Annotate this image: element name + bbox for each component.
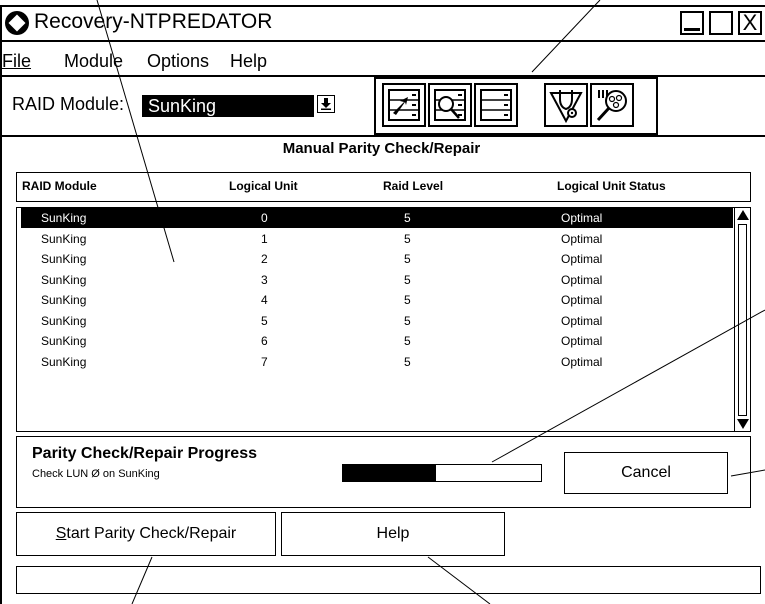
column-header-lun-status: Logical Unit Status [557, 179, 666, 193]
cell-lun-status: Optimal [561, 313, 603, 328]
table-row[interactable]: SunKing 3 5 Optimal [21, 270, 733, 290]
scroll-up-arrow-icon[interactable] [737, 210, 749, 220]
cell-raid-module: SunKing [41, 354, 87, 369]
raid-module-label: RAID Module: [12, 94, 125, 114]
titlebar-divider [2, 40, 765, 42]
table-row[interactable]: SunKing 5 5 Optimal [21, 311, 733, 331]
table-row[interactable]: SunKing 1 5 Optimal [21, 229, 733, 249]
cell-lun-status: Optimal [561, 272, 603, 287]
scroll-down-arrow-icon[interactable] [737, 419, 749, 429]
cell-raid-level: 5 [404, 354, 411, 369]
cell-raid-level: 5 [404, 252, 411, 266]
column-header-logical-unit: Logical Unit [229, 179, 298, 193]
configuration-icon [388, 89, 420, 121]
cell-raid-module: SunKing [41, 252, 87, 266]
cell-raid-module: SunKing [41, 313, 87, 328]
close-button[interactable]: X [738, 11, 762, 35]
configuration-button[interactable] [382, 83, 426, 127]
progress-status-text: Check LUN Ø on SunKing [32, 468, 160, 480]
recovery-button[interactable] [474, 83, 518, 127]
cell-raid-module: SunKing [41, 334, 87, 348]
scroll-track[interactable] [738, 224, 747, 416]
tuning-icon [596, 90, 627, 122]
cell-raid-module: SunKing [41, 211, 87, 225]
cell-lun-status: Optimal [561, 334, 603, 348]
menu-help[interactable]: Help [230, 49, 267, 73]
start-parity-check-button[interactable]: Start Parity Check/Repair [16, 512, 276, 556]
cell-lun-status: Optimal [561, 354, 603, 369]
toolbar-divider [2, 135, 765, 137]
toolbar [374, 77, 658, 135]
column-header-raid-module: RAID Module [22, 179, 97, 193]
table-row[interactable]: SunKing 7 5 Optimal [21, 352, 733, 372]
cell-lun-status: Optimal [561, 252, 603, 266]
progress-title: Parity Check/Repair Progress [32, 445, 257, 462]
app-icon[interactable] [5, 11, 29, 35]
section-title: Manual Parity Check/Repair [282, 140, 481, 157]
progress-bar [342, 464, 542, 482]
list-scrollbar[interactable] [734, 208, 751, 431]
raid-module-dropdown-button[interactable] [317, 95, 335, 113]
cell-raid-level: 5 [404, 272, 411, 287]
cell-lun-status: Optimal [561, 211, 603, 225]
cell-logical-unit: 6 [261, 334, 268, 348]
cell-logical-unit: 7 [261, 354, 268, 369]
table-row[interactable]: SunKing 2 5 Optimal [21, 249, 733, 269]
cell-logical-unit: 1 [261, 231, 268, 246]
table-row[interactable]: SunKing 4 5 Optimal [21, 290, 733, 310]
window-title: Recovery-NTPREDATOR [34, 10, 273, 33]
cell-raid-level: 5 [404, 334, 411, 348]
menu-bar: File Module Options Help [2, 49, 765, 73]
title-bar: Recovery-NTPREDATOR X [2, 7, 765, 39]
table-row[interactable]: SunKing 6 5 Optimal [21, 331, 733, 351]
maintenance-icon [549, 90, 583, 124]
status-bar [16, 566, 761, 594]
table-row[interactable]: SunKing 0 5 Optimal [21, 208, 733, 228]
start-parity-check-label: Start Parity Check/Repair [55, 525, 237, 542]
cell-raid-level: 5 [404, 211, 411, 225]
cell-logical-unit: 3 [261, 272, 268, 287]
menu-file[interactable]: File [2, 49, 31, 73]
maximize-button[interactable] [709, 11, 733, 35]
cell-raid-level: 5 [404, 231, 411, 246]
status-button[interactable] [428, 83, 472, 127]
tuning-button[interactable] [590, 83, 634, 127]
cell-logical-unit: 2 [261, 252, 268, 266]
cell-raid-level: 5 [404, 313, 411, 328]
cancel-button[interactable]: Cancel [564, 452, 728, 494]
status-icon [434, 89, 466, 121]
cell-logical-unit: 0 [261, 211, 268, 225]
cell-logical-unit: 4 [261, 293, 268, 307]
cell-raid-module: SunKing [41, 293, 87, 307]
progress-bar-fill [343, 465, 437, 481]
column-header-raid-level: Raid Level [383, 179, 444, 193]
cell-raid-level: 5 [404, 293, 411, 307]
arrow-down-icon [321, 98, 331, 110]
cell-raid-module: SunKing [41, 272, 87, 287]
help-button[interactable]: Help [281, 512, 505, 556]
recovery-icon [480, 89, 512, 121]
menu-options[interactable]: Options [147, 49, 209, 73]
maintenance-button[interactable] [544, 83, 588, 127]
cell-raid-module: SunKing [41, 231, 87, 246]
cell-logical-unit: 5 [261, 313, 268, 328]
menu-module[interactable]: Module [64, 49, 123, 73]
menu-file-label: File [2, 51, 32, 71]
raid-module-select[interactable]: SunKing [142, 95, 314, 117]
cell-lun-status: Optimal [561, 293, 603, 307]
cell-lun-status: Optimal [561, 231, 603, 246]
minimize-button[interactable] [680, 11, 704, 35]
